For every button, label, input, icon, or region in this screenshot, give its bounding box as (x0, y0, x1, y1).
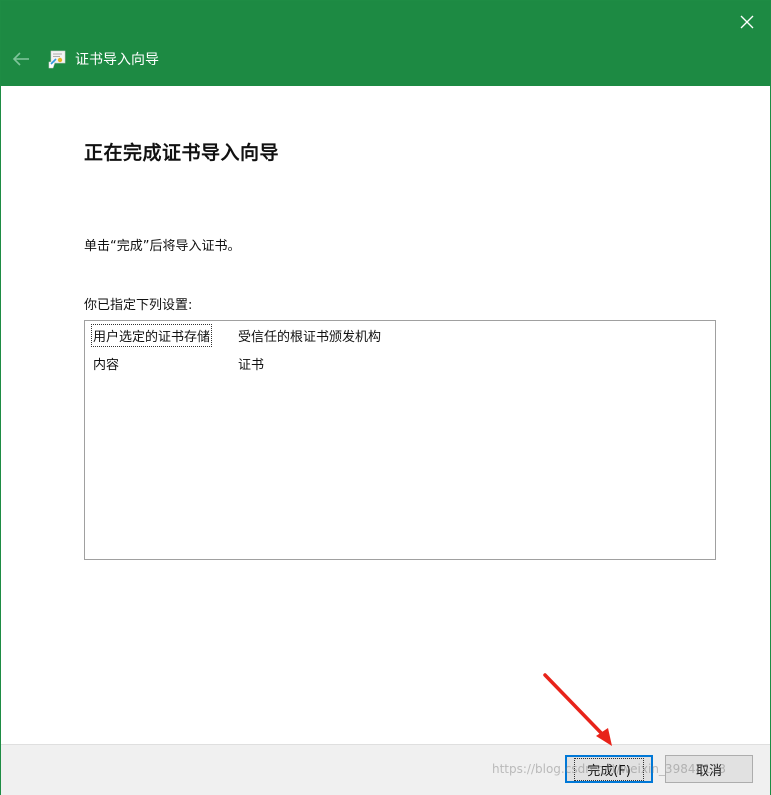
setting-name: 用户选定的证书存储 (90, 324, 213, 347)
setting-value: 证书 (238, 358, 265, 373)
title-bar: 证书导入向导 (1, 1, 770, 86)
wizard-title: 证书导入向导 (75, 52, 159, 68)
back-button[interactable] (9, 47, 33, 71)
button-bar (1, 744, 770, 795)
finish-button[interactable]: 完成(F) (565, 755, 653, 783)
certificate-wizard-icon (48, 50, 66, 69)
cancel-button[interactable]: 取消 (665, 755, 753, 783)
settings-label: 你已指定下列设置: (84, 298, 193, 313)
settings-list[interactable]: 用户选定的证书存储 受信任的根证书颁发机构 内容 证书 (84, 320, 716, 560)
certificate-import-wizard-window: 证书导入向导 正在完成证书导入向导 单击“完成”后将导入证书。 你已指定下列设置… (0, 0, 771, 795)
page-heading: 正在完成证书导入向导 (84, 142, 280, 164)
cancel-button-label: 取消 (695, 763, 722, 779)
close-button[interactable] (724, 1, 770, 43)
setting-value: 受信任的根证书颁发机构 (238, 330, 382, 345)
finish-button-label: 完成(F) (574, 757, 644, 781)
setting-name: 内容 (93, 358, 120, 373)
settings-row[interactable]: 内容 证书 (85, 351, 715, 375)
close-icon (740, 15, 754, 29)
settings-row[interactable]: 用户选定的证书存储 受信任的根证书颁发机构 (85, 323, 715, 347)
back-arrow-icon (12, 52, 29, 66)
instruction-text: 单击“完成”后将导入证书。 (84, 239, 241, 254)
